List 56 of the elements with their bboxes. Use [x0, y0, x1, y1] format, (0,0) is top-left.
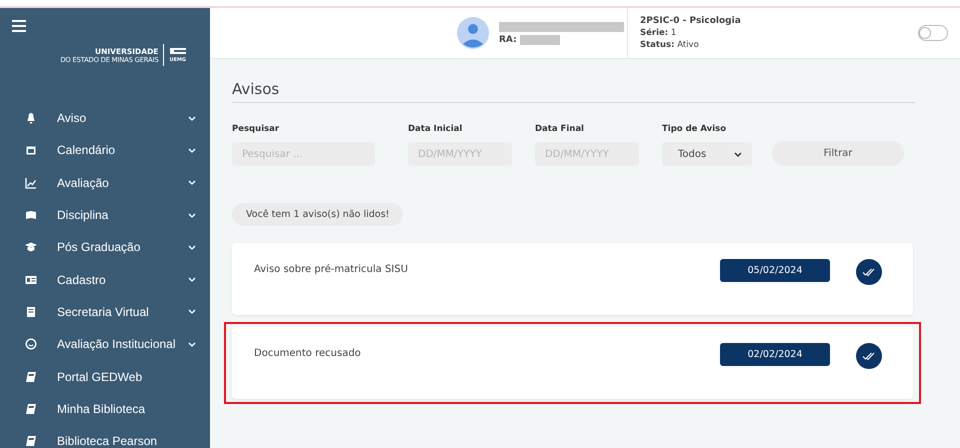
notice-card[interactable]: Aviso sobre pré-matricula SISU 05/02/2024 — [232, 243, 913, 315]
sidebar-item[interactable]: Calendário — [0, 134, 210, 167]
sidebar-item[interactable]: Avaliação Institucional — [0, 328, 210, 360]
redacted-number — [520, 34, 560, 44]
chevron-down-icon — [188, 244, 196, 250]
chart-icon — [25, 176, 37, 189]
graduation-cap-icon — [25, 241, 37, 254]
sidebar-item[interactable]: Aviso — [0, 102, 210, 134]
book-icon — [25, 402, 37, 415]
course-name: 2PSIC-0 - Psicologia — [640, 16, 741, 26]
smiley-icon — [25, 338, 37, 350]
filter-label: Tipo de Aviso — [662, 124, 728, 134]
page-title: Avisos — [232, 80, 915, 103]
sidebar-item[interactable]: Biblioteca Pearson — [0, 424, 210, 448]
status-text: Status: Ativo — [640, 40, 700, 50]
filter-label: Data Final — [535, 124, 585, 134]
toggle-switch[interactable] — [918, 25, 948, 41]
sidebar-item[interactable]: Disciplina — [0, 198, 210, 232]
chevron-down-icon — [188, 309, 196, 314]
logo-icon — [170, 48, 186, 56]
unread-notice-badge: Você tem 1 aviso(s) não lidos! — [232, 203, 404, 226]
sidebar-item[interactable]: Pós Graduação — [0, 231, 210, 264]
chevron-down-icon — [734, 152, 742, 156]
menu-icon[interactable] — [12, 20, 26, 32]
type-dropdown[interactable]: Todos — [662, 142, 752, 166]
chevron-down-icon — [188, 212, 196, 218]
sidebar-item[interactable]: Avaliação — [0, 166, 210, 199]
double-check-icon[interactable] — [856, 343, 882, 369]
chevron-down-icon — [188, 342, 196, 347]
book-icon — [25, 370, 37, 383]
book-icon — [25, 209, 37, 222]
date-badge: 05/02/2024 — [720, 259, 830, 282]
sidebar-item[interactable]: Portal GEDWeb — [0, 360, 210, 393]
date-badge: 02/02/2024 — [720, 343, 830, 366]
chevron-down-icon — [188, 180, 196, 186]
bell-icon — [25, 112, 37, 124]
notice-card[interactable]: Documento recusado 02/02/2024 — [232, 327, 913, 399]
double-check-icon[interactable] — [856, 259, 882, 285]
serie-text: Série: 1 — [640, 28, 678, 38]
ra-label: RA: — [499, 34, 517, 44]
chevron-down-icon — [188, 277, 196, 282]
sidebar-item[interactable]: Cadastro — [0, 263, 210, 296]
notice-title: Aviso sobre pré-matricula SISU — [254, 264, 409, 275]
filter-button[interactable]: Filtrar — [772, 141, 904, 166]
filter-label: Data Inicial — [408, 124, 464, 134]
id-card-icon — [25, 274, 37, 286]
notice-title: Documento recusado — [254, 348, 362, 359]
chevron-down-icon — [188, 116, 196, 121]
book-icon — [25, 435, 37, 448]
sidebar-item[interactable]: Secretaria Virtual — [0, 296, 210, 328]
sidebar-item[interactable]: Minha Biblioteca — [0, 392, 210, 425]
chevron-down-icon — [188, 148, 196, 153]
avatar-icon — [457, 17, 489, 49]
calendar-icon — [25, 144, 37, 156]
filter-label: Pesquisar — [232, 124, 280, 134]
document-icon — [25, 306, 37, 318]
